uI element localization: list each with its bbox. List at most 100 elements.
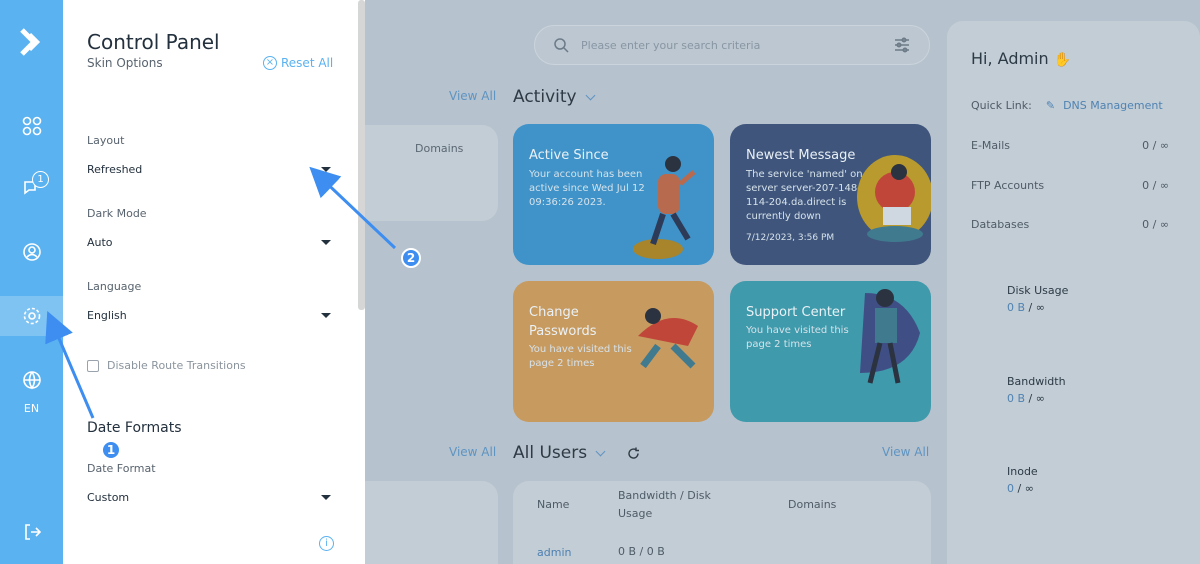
support-center-card[interactable]: Support Center You have visited this pag… [730, 281, 931, 422]
dashboard-nav[interactable] [0, 106, 63, 146]
walking-person-illustration [633, 156, 696, 259]
domains-ghost-label: Domains [415, 142, 464, 155]
card-body: The service 'named' on server server-207… [746, 169, 863, 222]
layout-select[interactable]: Refreshed [87, 163, 331, 176]
language-nav[interactable] [0, 360, 63, 400]
account-summary-panel: Hi, Admin ✋ Quick Link: ✎ DNS Management… [947, 21, 1200, 564]
ghost-card [365, 481, 498, 564]
info-icon[interactable]: i [319, 536, 334, 551]
view-all-link[interactable]: View All [882, 445, 929, 459]
drawer-subtitle: Skin Options [87, 56, 163, 70]
dark-mode-label: Dark Mode [87, 207, 147, 220]
inode-limit: / ∞ [1017, 482, 1034, 495]
close-circle-icon: × [263, 56, 277, 70]
user-bandwidth-value: 0 B / 0 B [618, 545, 665, 558]
view-all-link[interactable]: View All [449, 445, 496, 459]
logout-nav[interactable] [0, 512, 63, 552]
date-format-label: Date Format [87, 462, 156, 475]
chevron-down-icon [595, 446, 606, 456]
refresh-icon[interactable] [626, 446, 641, 461]
card-body: You have visited this page 2 times [529, 344, 632, 369]
date-format-value: Custom [87, 491, 130, 504]
globe-icon [22, 371, 41, 390]
layout-label: Layout [87, 134, 125, 147]
filter-settings-icon[interactable] [893, 36, 911, 54]
logout-icon [24, 524, 41, 540]
chevron-down-icon [585, 90, 596, 100]
emails-label: E-Mails [971, 139, 1010, 152]
emails-row: E-Mails 0 / ∞ [971, 139, 1169, 152]
databases-row: Databases 0 / ∞ [971, 218, 1169, 231]
caret-down-icon [321, 495, 331, 500]
left-rail: 1 EN [0, 0, 63, 564]
change-passwords-card[interactable]: Change Passwords You have visited this p… [513, 281, 714, 422]
language-label: Language [87, 280, 142, 293]
col-bandwidth: Bandwidth / Disk Usage [618, 489, 711, 520]
activity-title: Activity [513, 87, 577, 107]
search-bar[interactable]: Please enter your search criteria [534, 25, 930, 65]
main-content: Please enter your search criteria Domain… [365, 0, 1200, 564]
drawer-title: Control Panel [87, 30, 220, 54]
language-value: English [87, 309, 127, 322]
col-name: Name [537, 498, 570, 511]
search-input[interactable]: Please enter your search criteria [581, 39, 760, 52]
user-admin-link[interactable]: admin [537, 546, 571, 559]
quick-link-label: Quick Link: [971, 99, 1032, 112]
user-circle-icon [22, 243, 41, 261]
bandwidth-used: 0 B [1007, 392, 1026, 405]
checkbox-box[interactable] [87, 359, 99, 372]
disk-usage-limit: / ∞ [1028, 301, 1045, 314]
all-users-title: All Users [513, 443, 588, 463]
ftp-label: FTP Accounts [971, 179, 1045, 192]
account-nav[interactable] [0, 232, 63, 272]
reset-all-button[interactable]: × Reset All [263, 56, 333, 70]
message-count-badge: 1 [32, 171, 49, 188]
layout-value: Refreshed [87, 163, 143, 176]
dark-mode-select[interactable]: Auto [87, 236, 331, 249]
ftp-row: FTP Accounts 0 / ∞ [971, 179, 1169, 192]
bandwidth-stat: Bandwidth 0 B / ∞ [1007, 375, 1066, 405]
ftp-value: 0 / ∞ [1142, 179, 1169, 192]
bandwidth-label: Bandwidth [1007, 375, 1066, 388]
date-format-select[interactable]: Custom [87, 491, 331, 504]
active-since-card[interactable]: Active Since Your account has been activ… [513, 124, 714, 265]
greeting: Hi, Admin ✋ [971, 49, 1072, 68]
inode-used: 0 [1007, 482, 1014, 495]
drawer-scrollbar[interactable] [358, 0, 365, 310]
dns-management-link[interactable]: DNS Management [1063, 99, 1163, 112]
grid-icon [22, 116, 41, 136]
disable-route-transitions-checkbox[interactable]: Disable Route Transitions [87, 359, 246, 372]
messages-nav[interactable] [0, 168, 63, 208]
disable-route-transitions-label: Disable Route Transitions [107, 359, 246, 372]
dark-mode-value: Auto [87, 236, 113, 249]
step-two-marker: 2 [401, 248, 421, 268]
reading-person-illustration [857, 155, 931, 242]
date-formats-heading: Date Formats [87, 420, 182, 436]
emails-value: 0 / ∞ [1142, 139, 1169, 152]
language-code[interactable]: EN [0, 402, 63, 415]
col-domains: Domains [788, 498, 837, 511]
gear-icon [23, 307, 40, 325]
inode-label: Inode [1007, 465, 1038, 478]
disk-usage-used: 0 B [1007, 301, 1026, 314]
step-one-marker: 1 [101, 440, 121, 460]
all-users-heading[interactable]: All Users [513, 443, 641, 463]
disk-usage-stat: Disk Usage 0 B / ∞ [1007, 284, 1068, 314]
activity-heading[interactable]: Activity [513, 87, 596, 107]
quick-link: Quick Link: ✎ DNS Management [971, 99, 1163, 112]
reset-all-label: Reset All [281, 56, 334, 70]
caret-down-icon [321, 313, 331, 318]
newest-message-card[interactable]: Newest Message The service 'named' on se… [730, 124, 931, 265]
databases-label: Databases [971, 218, 1030, 231]
language-select[interactable]: English [87, 309, 331, 322]
app-logo-icon[interactable] [16, 26, 48, 58]
caret-down-icon [321, 167, 331, 172]
settings-nav[interactable] [0, 296, 63, 336]
running-person-illustration [638, 308, 698, 369]
inode-stat: Inode 0 / ∞ [1007, 465, 1038, 495]
wave-icon: ✋ [1053, 52, 1072, 68]
card-body: You have visited this page 2 times [746, 325, 849, 350]
search-icon [554, 38, 569, 53]
disk-usage-label: Disk Usage [1007, 284, 1069, 297]
view-all-link[interactable]: View All [449, 89, 496, 103]
